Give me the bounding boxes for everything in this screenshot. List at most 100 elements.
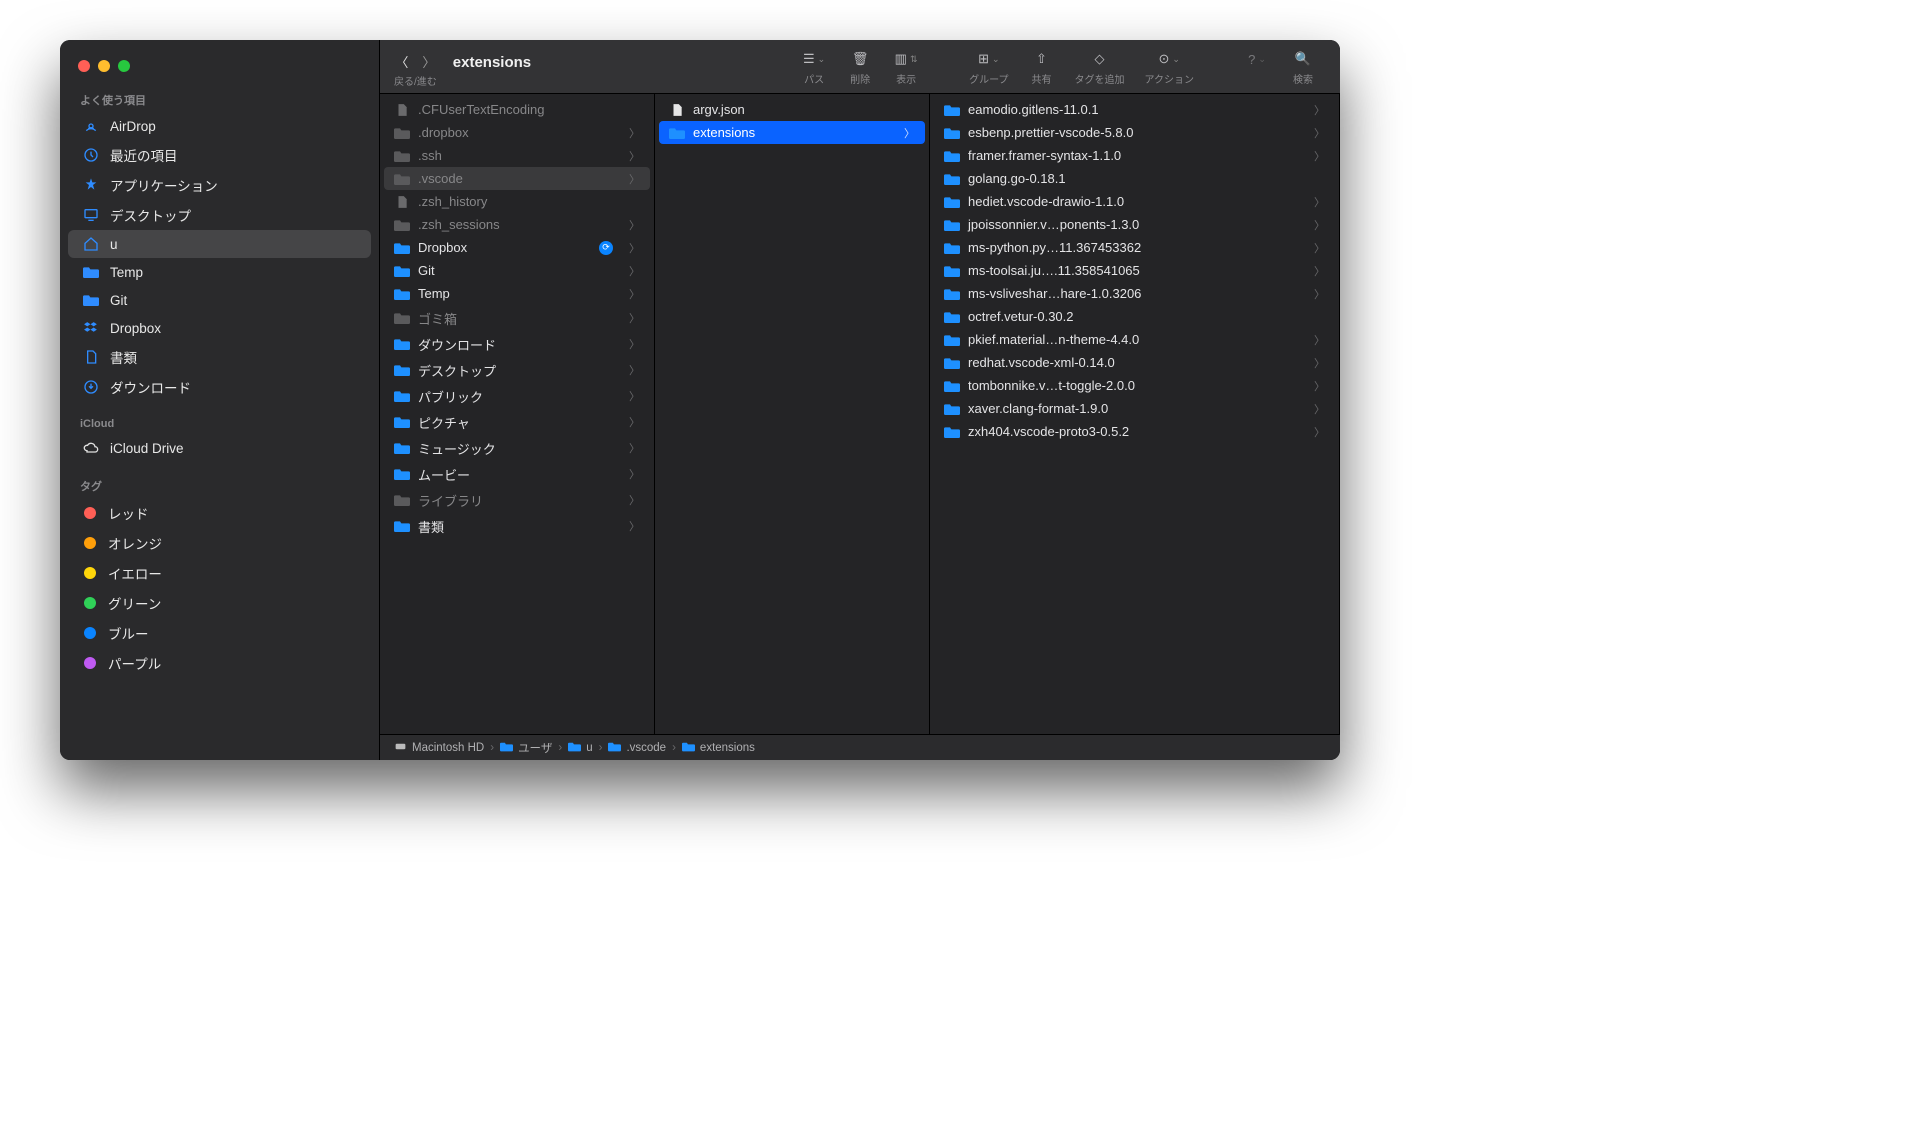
folder-item[interactable]: .dropbox〉 <box>384 121 650 144</box>
folder-item[interactable]: ms-toolsai.ju….11.358541065〉 <box>934 259 1335 282</box>
chevron-right-icon: › <box>558 742 562 754</box>
close-icon[interactable] <box>78 60 90 72</box>
folder-item[interactable]: redhat.vscode-xml-0.14.0〉 <box>934 351 1335 374</box>
folder-item[interactable]: hediet.vscode-drawio-1.1.0〉 <box>934 190 1335 213</box>
file-item[interactable]: .zsh_history <box>384 190 650 213</box>
nav-label: 戻る/進む <box>394 73 437 88</box>
chevron-right-icon: 〉 <box>629 492 640 508</box>
help-button[interactable]: ?⌄ <box>1234 48 1280 82</box>
folder-icon <box>394 263 410 279</box>
folder-item[interactable]: ミュージック〉 <box>384 435 650 461</box>
share-button[interactable]: ⇧ 共有 <box>1019 48 1065 86</box>
zoom-icon[interactable] <box>118 60 130 72</box>
folder-item[interactable]: ms-vsliveshar…hare-1.0.3206〉 <box>934 282 1335 305</box>
tag-item[interactable]: ブルー <box>68 618 371 648</box>
folder-item[interactable]: ライブラリ〉 <box>384 487 650 513</box>
folder-item[interactable]: extensions〉 <box>659 121 925 144</box>
chevron-right-icon: 〉 <box>629 310 640 326</box>
folder-item[interactable]: octref.vetur-0.30.2 <box>934 305 1335 328</box>
folder-icon <box>394 310 410 326</box>
path-label: .vscode <box>626 742 666 754</box>
sidebar-item-desktop[interactable]: デスクトップ <box>68 200 371 230</box>
sidebar-item-recents[interactable]: 最近の項目 <box>68 140 371 170</box>
file-item[interactable]: .CFUserTextEncoding <box>384 98 650 121</box>
sidebar-item-downloads[interactable]: ダウンロード <box>68 372 371 402</box>
sidebar-item-dropbox[interactable]: Dropbox <box>68 314 371 342</box>
folder-item[interactable]: eamodio.gitlens-11.0.1〉 <box>934 98 1335 121</box>
chevron-right-icon: 〉 <box>629 336 640 352</box>
path-button[interactable]: ☰⌄ パス <box>791 48 837 86</box>
tag-item[interactable]: イエロー <box>68 558 371 588</box>
folder-item[interactable]: ゴミ箱〉 <box>384 305 650 331</box>
item-label: tombonnike.v…t-toggle-2.0.0 <box>968 378 1135 393</box>
delete-button[interactable]: 🗑 削除 <box>837 48 883 86</box>
folder-item[interactable]: tombonnike.v…t-toggle-2.0.0〉 <box>934 374 1335 397</box>
group-button[interactable]: ⊞⌄ グループ <box>959 48 1018 86</box>
item-label: ms-vsliveshar…hare-1.0.3206 <box>968 286 1141 301</box>
folder-item[interactable]: ムービー〉 <box>384 461 650 487</box>
tag-label: グリーン <box>108 593 161 613</box>
sidebar-item-temp[interactable]: Temp <box>68 258 371 286</box>
folder-item[interactable]: .vscode〉 <box>384 167 650 190</box>
folder-item[interactable]: .zsh_sessions〉 <box>384 213 650 236</box>
folder-item[interactable]: Git 〉 <box>384 259 650 282</box>
item-label: 書類 <box>418 517 444 536</box>
folder-item[interactable]: esbenp.prettier-vscode-5.8.0〉 <box>934 121 1335 144</box>
chevron-right-icon: 〉 <box>1314 240 1325 256</box>
sidebar-item-git[interactable]: Git <box>68 286 371 314</box>
tag-item[interactable]: グリーン <box>68 588 371 618</box>
sidebar-item-applications[interactable]: アプリケーション <box>68 170 371 200</box>
folder-item[interactable]: Dropbox⟳〉 <box>384 236 650 259</box>
path-segment[interactable]: extensions <box>682 740 755 756</box>
search-icon: 🔍 <box>1295 51 1311 67</box>
item-label: eamodio.gitlens-11.0.1 <box>968 102 1099 117</box>
sidebar-item-iclouddrive[interactable]: iCloud Drive <box>68 434 371 462</box>
action-button[interactable]: ⊙⌄ アクション <box>1135 48 1205 86</box>
chevron-right-icon: 〉 <box>1314 148 1325 164</box>
path-segment[interactable]: .vscode <box>608 740 666 756</box>
sidebar-item-airdrop[interactable]: AirDrop <box>68 112 371 140</box>
folder-item[interactable]: Temp〉 <box>384 282 650 305</box>
path-segment[interactable]: u <box>568 740 592 756</box>
folder-item[interactable]: ms-python.py…11.367453362〉 <box>934 236 1335 259</box>
folder-icon <box>394 217 410 233</box>
folder-item[interactable]: jpoissonnier.v…ponents-1.3.0〉 <box>934 213 1335 236</box>
airdrop-icon <box>82 117 100 135</box>
folder-item[interactable]: ダウンロード〉 <box>384 331 650 357</box>
folder-item[interactable]: pkief.material…n-theme-4.4.0〉 <box>934 328 1335 351</box>
back-button[interactable]: 〈 <box>395 52 408 71</box>
chevron-right-icon: 〉 <box>629 263 640 279</box>
folder-item[interactable]: ピクチャ〉 <box>384 409 650 435</box>
file-item[interactable]: argv.json <box>659 98 925 121</box>
tag-item[interactable]: パープル <box>68 648 371 678</box>
tag-button[interactable]: ◇ タグを追加 <box>1065 48 1135 86</box>
folder-icon <box>944 102 960 118</box>
folder-item[interactable]: 書類〉 <box>384 513 650 539</box>
sidebar-item-label: Dropbox <box>110 321 161 336</box>
tag-item[interactable]: レッド <box>68 498 371 528</box>
minimize-icon[interactable] <box>98 60 110 72</box>
folder-item[interactable]: パブリック〉 <box>384 383 650 409</box>
folder-item[interactable]: zxh404.vscode-proto3-0.5.2〉 <box>934 420 1335 443</box>
folder-item[interactable]: golang.go-0.18.1 <box>934 167 1335 190</box>
search-button[interactable]: 🔍 検索 <box>1280 48 1326 86</box>
folder-item[interactable]: .ssh〉 <box>384 144 650 167</box>
sidebar-section-icloud: iCloud <box>60 412 379 434</box>
item-label: Git <box>418 263 435 278</box>
folder-icon <box>944 401 960 417</box>
sidebar-item-home[interactable]: u <box>68 230 371 258</box>
view-button[interactable]: ▥⇅ 表示 <box>883 48 929 86</box>
share-icon: ⇧ <box>1036 51 1047 67</box>
path-segment[interactable]: ユーザ <box>500 740 552 756</box>
path-segment[interactable]: Macintosh HD <box>394 740 484 756</box>
forward-button[interactable]: 〉 <box>422 52 435 71</box>
folder-item[interactable]: デスクトップ〉 <box>384 357 650 383</box>
folder-item[interactable]: framer.framer-syntax-1.1.0〉 <box>934 144 1335 167</box>
chevron-right-icon: 〉 <box>1314 355 1325 371</box>
item-label: jpoissonnier.v…ponents-1.3.0 <box>968 217 1139 232</box>
sidebar-item-documents[interactable]: 書類 <box>68 342 371 372</box>
folder-item[interactable]: xaver.clang-format-1.9.0〉 <box>934 397 1335 420</box>
column-1: .CFUserTextEncoding.dropbox〉.ssh〉.vscode… <box>380 94 655 734</box>
folder-icon <box>394 492 410 508</box>
tag-item[interactable]: オレンジ <box>68 528 371 558</box>
